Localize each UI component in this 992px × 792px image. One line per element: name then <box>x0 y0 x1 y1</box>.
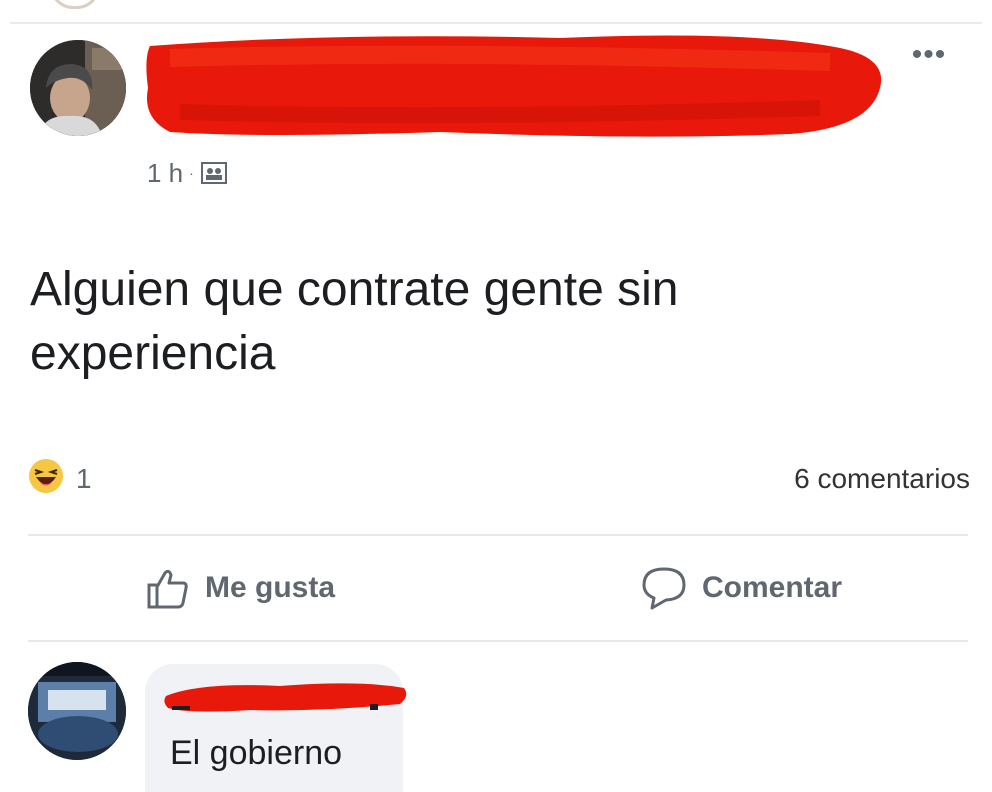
like-button[interactable]: Me gusta <box>145 560 335 616</box>
red-redaction-scribble <box>164 683 407 712</box>
comment-text: El gobierno <box>170 734 343 772</box>
divider <box>28 640 968 642</box>
like-label: Me gusta <box>205 571 336 604</box>
comment-bubble-icon <box>642 567 686 610</box>
more-options-button[interactable]: ••• <box>904 40 954 74</box>
previous-post-edge <box>10 0 982 24</box>
facebook-post-screenshot: ••• 1 h · Alguien que contrate gente sin… <box>0 0 992 792</box>
haha-reaction-icon[interactable] <box>28 458 64 494</box>
post-text: Alguien que contrate gente sin experienc… <box>30 263 679 380</box>
comment-label: Comentar <box>702 571 843 604</box>
comment-button[interactable]: Comentar <box>640 560 842 616</box>
previous-avatar-edge <box>50 0 100 9</box>
meta-separator: · <box>189 165 194 181</box>
commenter-avatar[interactable] <box>28 662 126 760</box>
post-meta: 1 h · <box>147 156 228 190</box>
divider <box>28 534 968 536</box>
author-name-redacted[interactable] <box>150 50 870 120</box>
thumbs-up-icon <box>147 569 188 609</box>
post-timestamp[interactable]: 1 h <box>147 158 183 189</box>
friends-icon <box>200 160 228 186</box>
comments-count[interactable]: 6 comentarios <box>794 462 970 496</box>
author-avatar[interactable] <box>30 40 126 136</box>
reaction-count[interactable]: 1 <box>76 462 92 496</box>
